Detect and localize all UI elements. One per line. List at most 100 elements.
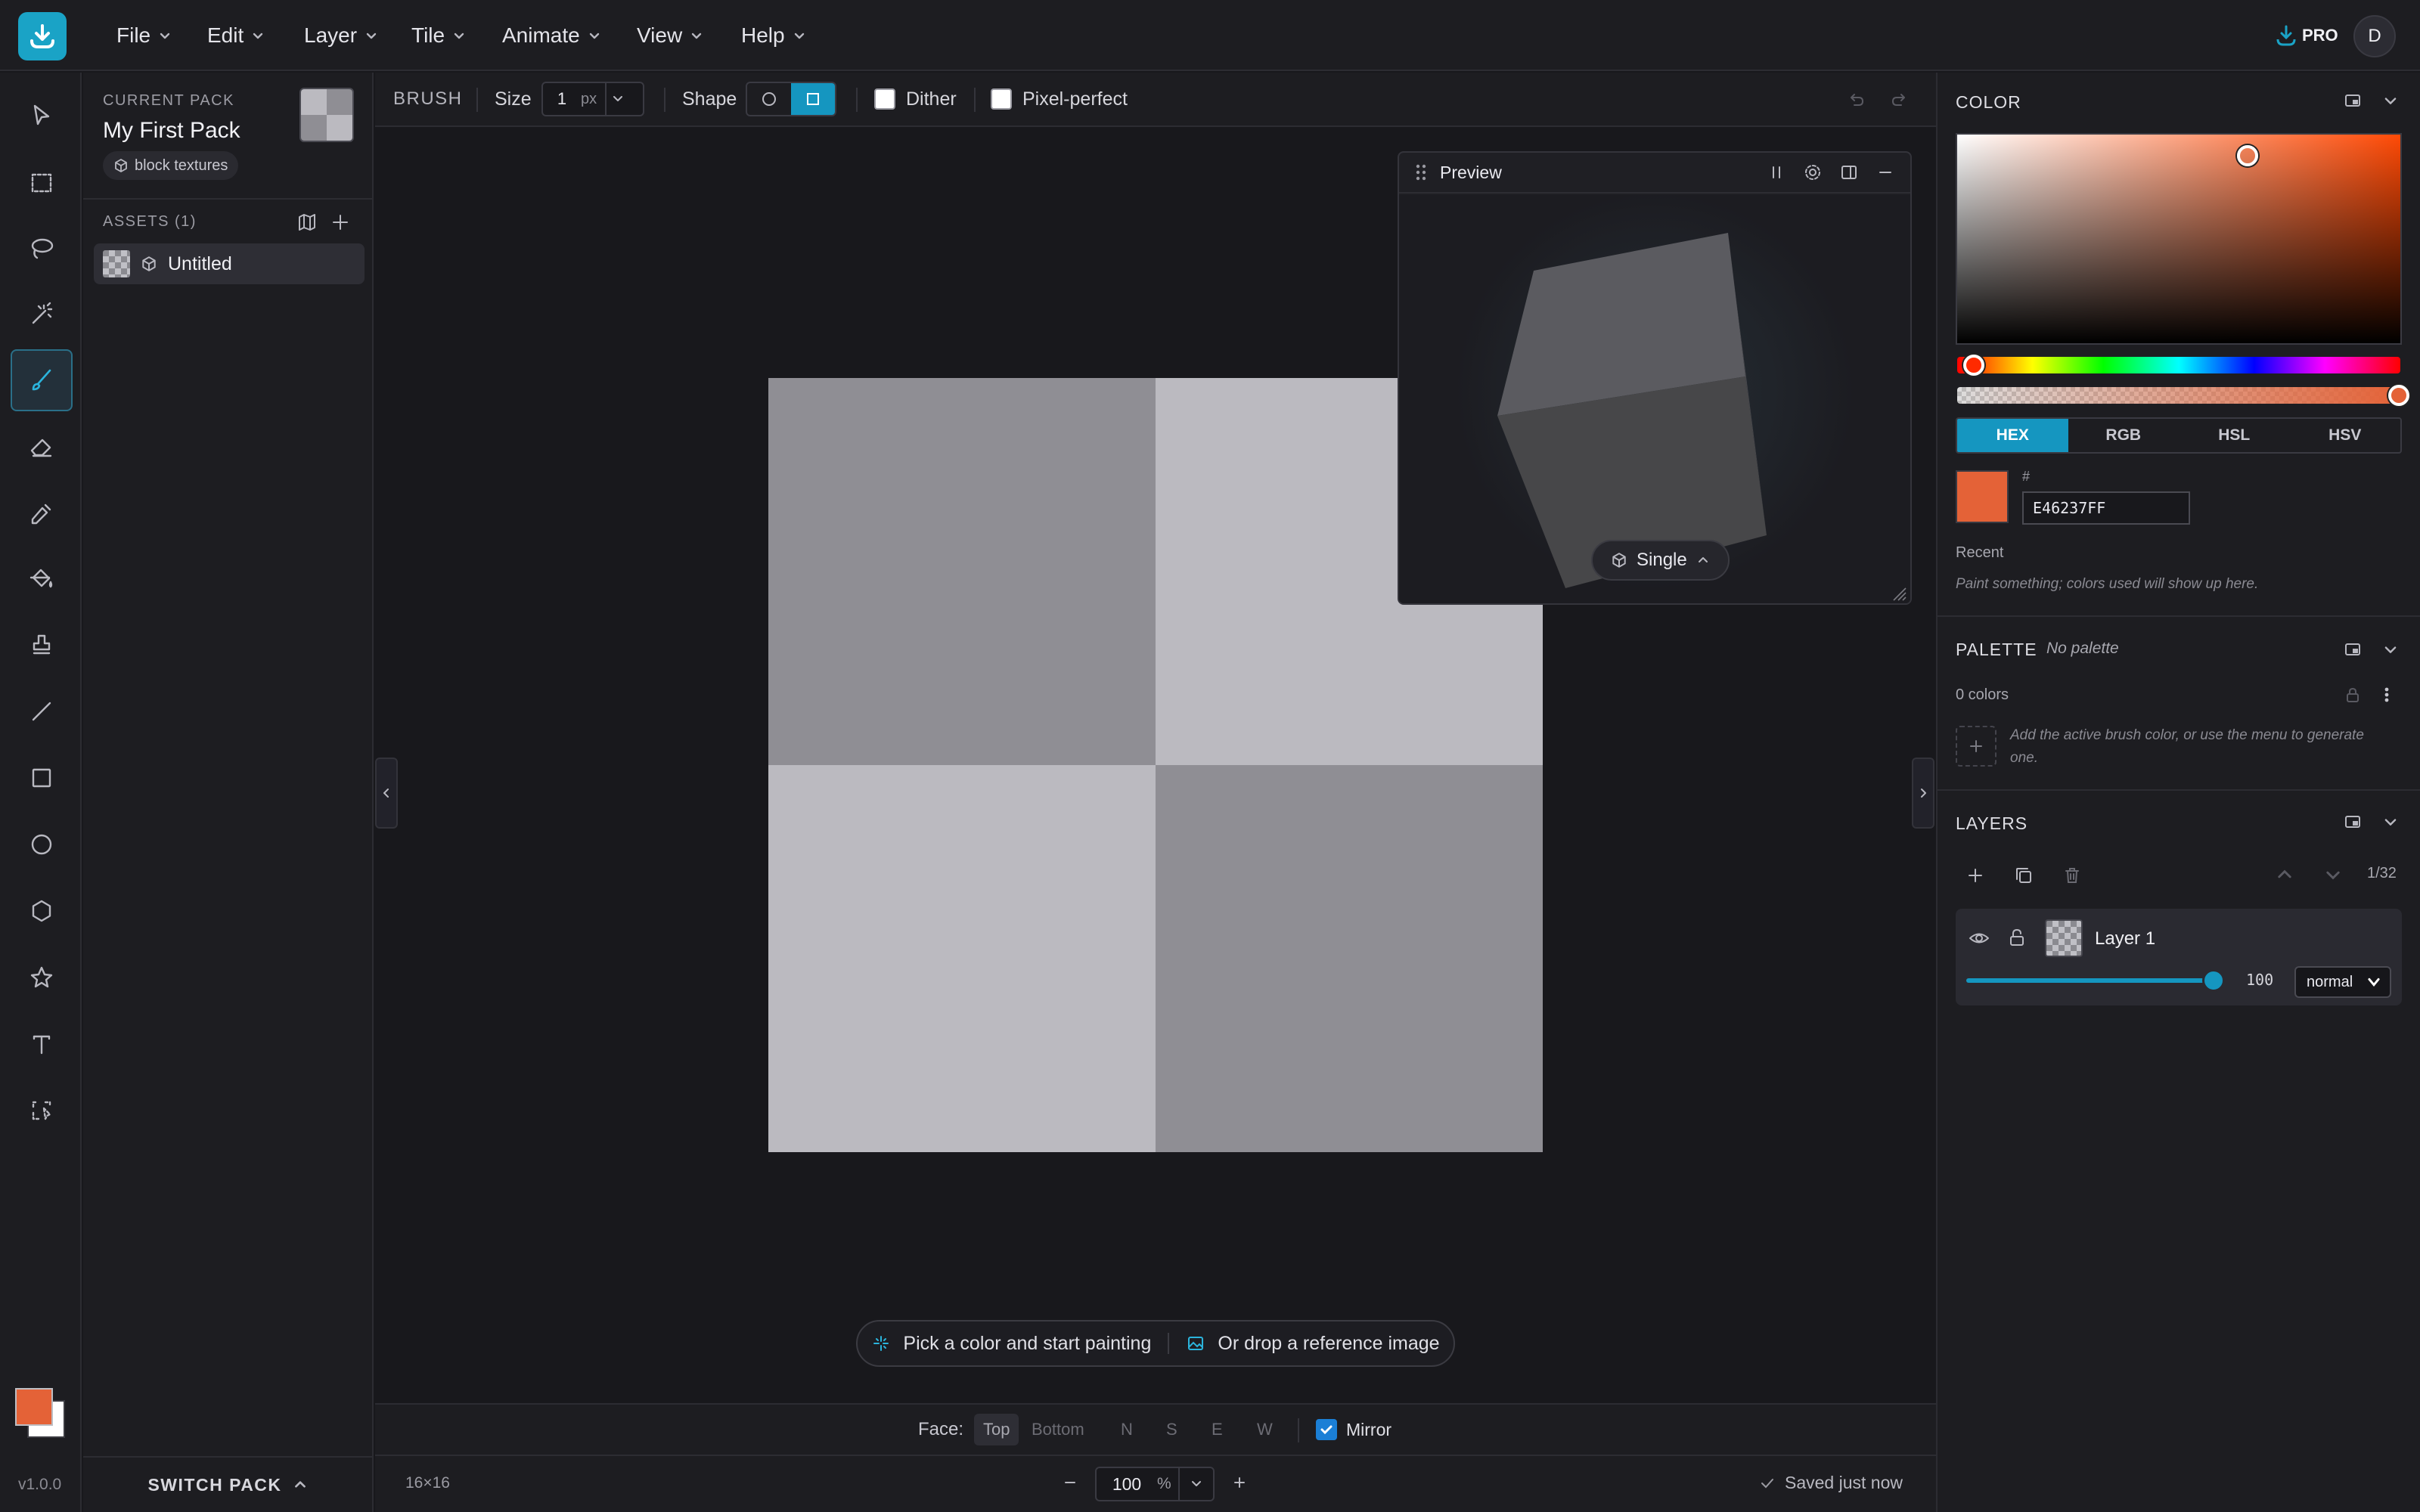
chevron-down-icon[interactable] [2382,813,2399,830]
detach-panel-icon[interactable] [2343,640,2363,659]
map-view-button[interactable] [296,212,318,233]
face-south[interactable]: S [1157,1414,1187,1445]
add-layer-button[interactable] [1965,865,1986,886]
saturation-value-picker[interactable] [1956,133,2402,345]
tool-brush[interactable] [11,349,73,411]
tool-fill[interactable] [11,547,73,609]
delete-layer-button[interactable] [2062,865,2083,886]
detach-panel-icon[interactable] [2343,91,2363,110]
alpha-slider[interactable] [1957,387,2400,404]
mirror-checkbox[interactable] [1316,1419,1337,1440]
menu-view[interactable]: View [637,18,703,53]
pixel-perfect-option[interactable]: Pixel-perfect [991,73,1128,125]
preview-header[interactable]: Preview [1399,153,1910,194]
chevron-up-icon [1698,557,1708,562]
menu-help[interactable]: Help [741,18,806,53]
shape-circle-button[interactable] [747,83,791,115]
asset-item[interactable]: Untitled [94,243,365,284]
menu-animate[interactable]: Animate [502,18,601,53]
primary-color-swatch[interactable] [15,1388,53,1426]
mirror-option[interactable]: Mirror [1316,1414,1392,1445]
gear-icon[interactable] [1803,163,1823,182]
undo-button[interactable] [1845,89,1866,110]
dock-panel-icon[interactable] [1839,163,1859,182]
layer-opacity-handle[interactable] [2202,969,2225,992]
color-picker-handle[interactable] [2237,145,2258,166]
duplicate-layer-button[interactable] [2013,865,2034,886]
tool-ellipse[interactable] [11,813,73,875]
hue-slider-handle[interactable] [1963,355,1984,376]
resize-handle-icon[interactable] [1891,585,1907,602]
menu-layer[interactable]: Layer [304,18,378,53]
move-layer-up-button[interactable] [2275,865,2294,885]
tool-stamp[interactable] [11,614,73,676]
detach-panel-icon[interactable] [2343,812,2363,832]
tool-eraser[interactable] [11,416,73,478]
tool-marquee[interactable] [11,151,73,213]
redo-button[interactable] [1889,89,1910,110]
face-west[interactable]: W [1248,1414,1282,1445]
pro-badge[interactable]: PRO [2275,18,2338,53]
alpha-slider-handle[interactable] [2388,385,2409,406]
tool-text[interactable] [11,1013,73,1075]
dither-checkbox[interactable] [874,88,895,110]
add-asset-button[interactable] [330,212,351,233]
tab-rgb[interactable]: RGB [2068,419,2180,452]
face-north[interactable]: N [1112,1414,1142,1445]
move-layer-down-button[interactable] [2323,865,2343,885]
collapse-right-panel-button[interactable] [1912,758,1934,829]
palette-menu-button[interactable] [2379,685,2394,705]
zoom-in-button[interactable] [1228,1471,1251,1494]
hue-slider[interactable] [1957,357,2400,373]
collapse-left-panel-button[interactable] [375,758,398,829]
pixel-perfect-checkbox[interactable] [991,88,1012,110]
menu-file[interactable]: File [116,18,172,53]
chevron-down-icon[interactable] [607,91,629,107]
layer-lock-toggle[interactable] [2007,927,2027,948]
chevron-down-icon[interactable] [2382,92,2399,109]
preview-mode-button[interactable]: Single [1591,540,1730,581]
switch-pack-button[interactable]: SWITCH PACK [83,1456,374,1512]
blend-mode-select[interactable]: normal [2294,966,2391,998]
face-bottom[interactable]: Bottom [1022,1414,1094,1445]
hint-reference-text[interactable]: Or drop a reference image [1218,1333,1439,1355]
tool-transform[interactable] [11,1080,73,1142]
tool-line[interactable] [11,680,73,742]
menu-tile[interactable]: Tile [411,18,466,53]
palette-lock-button[interactable] [2343,685,2363,705]
tab-hsl[interactable]: HSL [2179,419,2290,452]
tool-lasso[interactable] [11,218,73,280]
layer-name[interactable]: Layer 1 [2095,928,2155,950]
palette-name[interactable]: No palette [2046,640,2119,658]
shape-square-button[interactable] [791,83,835,115]
pack-name[interactable]: My First Pack [103,118,240,144]
user-avatar[interactable]: D [2353,15,2396,57]
pack-tag[interactable]: block textures [103,151,239,180]
tool-magic-wand[interactable] [11,283,73,345]
tool-polygon[interactable] [11,880,73,942]
zoom-out-button[interactable] [1059,1471,1081,1494]
chevron-down-icon[interactable] [1180,1476,1213,1492]
drag-handle-icon[interactable] [1414,162,1428,183]
tool-select[interactable] [11,85,73,147]
tab-hex[interactable]: HEX [1957,419,2068,452]
chevron-down-icon[interactable] [2382,641,2399,658]
tool-star[interactable] [11,947,73,1009]
layer-opacity-slider[interactable] [1966,978,2213,983]
hex-input[interactable] [2022,491,2190,525]
minimize-icon[interactable] [1876,163,1895,182]
zoom-input[interactable]: 100 % [1095,1467,1215,1501]
face-top[interactable]: Top [974,1414,1019,1445]
tool-eyedropper[interactable] [11,482,73,544]
pack-thumbnail[interactable] [299,88,354,142]
tool-rectangle[interactable] [11,747,73,809]
dither-option[interactable]: Dither [874,73,957,125]
menu-edit[interactable]: Edit [207,18,265,53]
pause-icon[interactable] [1767,163,1786,182]
add-palette-color-button[interactable] [1956,726,1996,767]
tab-hsv[interactable]: HSV [2290,419,2401,452]
face-east[interactable]: E [1202,1414,1232,1445]
layer-visibility-toggle[interactable] [1968,928,1990,948]
size-input[interactable]: 1 px [541,82,644,116]
app-logo[interactable] [18,12,67,60]
